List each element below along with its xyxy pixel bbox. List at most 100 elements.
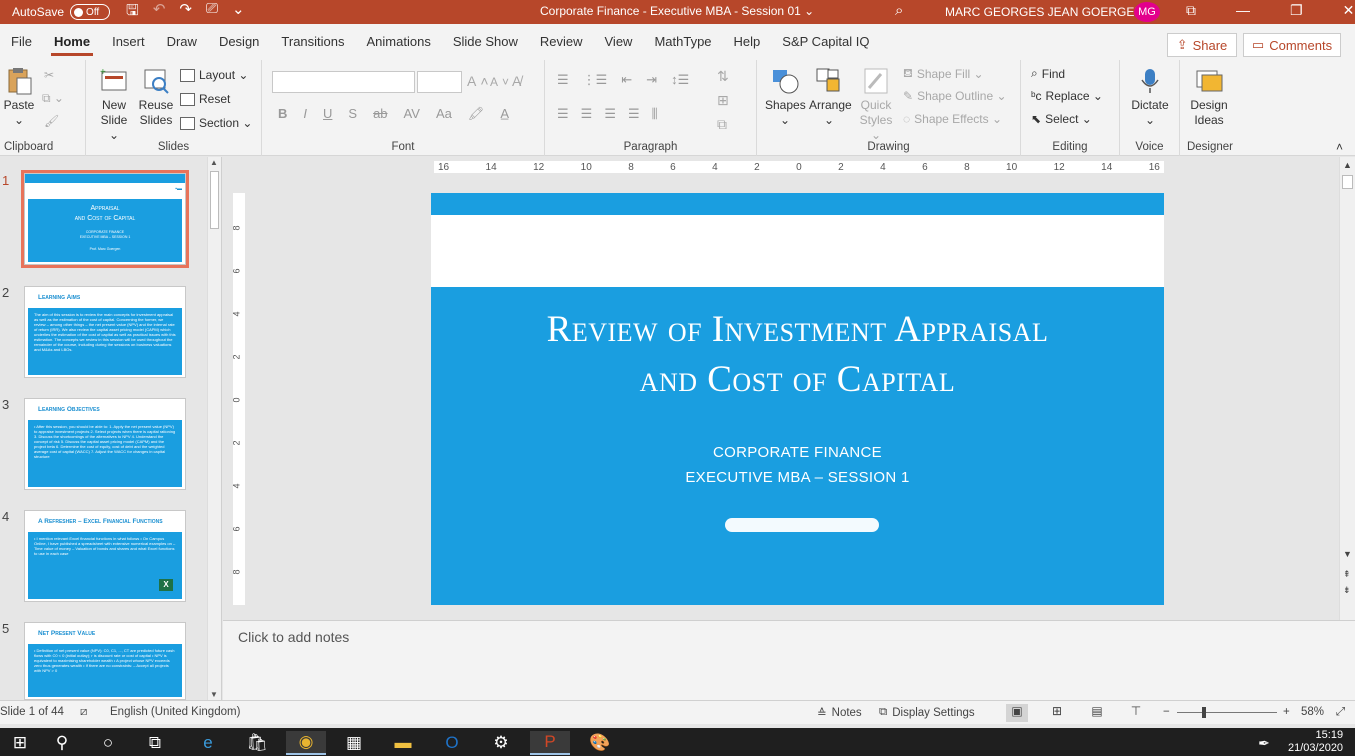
powerpoint-icon[interactable]: P: [530, 731, 570, 755]
new-slide-button[interactable]: + New Slide ⌄: [94, 66, 134, 143]
find-button[interactable]: ⌕ Find: [1031, 66, 1065, 81]
layout-button[interactable]: Layout ⌄: [180, 68, 248, 82]
decrease-indent-icon[interactable]: ⇤: [621, 72, 632, 88]
text-direction-icon[interactable]: ⇅: [717, 68, 729, 85]
thumbnail-scrollbar[interactable]: ▲ ▼: [207, 157, 221, 700]
display-settings-button[interactable]: ⧉ Display Settings: [879, 706, 975, 719]
shape-outline-button[interactable]: ✎ Shape Outline ⌄: [903, 89, 1007, 103]
tab-slide-show[interactable]: Slide Show: [442, 24, 529, 60]
ribbon-display-icon[interactable]: ⧉: [1186, 2, 1196, 19]
align-center-icon[interactable]: ☰: [581, 106, 593, 122]
shadow-button[interactable]: S: [348, 106, 357, 122]
collapse-ribbon-icon[interactable]: ˄: [1336, 140, 1343, 154]
increase-indent-icon[interactable]: ⇥: [646, 72, 657, 88]
columns-icon[interactable]: ⫼: [652, 106, 658, 122]
font-size-select[interactable]: [417, 71, 462, 93]
numbering-icon[interactable]: ⋮☰: [583, 72, 608, 88]
reset-button[interactable]: Reset: [180, 92, 230, 106]
slide-sorter-button[interactable]: ⊞: [1046, 704, 1068, 722]
line-spacing-icon[interactable]: ↕☰: [671, 72, 689, 88]
chrome-icon[interactable]: ◉: [286, 731, 326, 755]
restore-icon[interactable]: ❐: [1290, 2, 1303, 19]
avatar[interactable]: MG: [1134, 2, 1160, 22]
calculator-icon[interactable]: ▦: [334, 731, 374, 755]
user-name[interactable]: MARC GEORGES JEAN GOERGEN .: [945, 5, 1150, 19]
slide-thumbnail-1[interactable]: ▪▬ Appraisal and Cost of Capital CORPORAT…: [21, 170, 189, 268]
tab-design[interactable]: Design: [208, 24, 270, 60]
tab-insert[interactable]: Insert: [101, 24, 156, 60]
tab-mathtype[interactable]: MathType: [643, 24, 722, 60]
italic-button[interactable]: I: [303, 106, 307, 122]
file-explorer-icon[interactable]: ▬: [383, 731, 423, 755]
scroll-up-icon[interactable]: ▲: [210, 158, 218, 167]
tab-draw[interactable]: Draw: [156, 24, 208, 60]
smartart-icon[interactable]: ⧉: [717, 116, 727, 133]
bullets-icon[interactable]: ☰: [557, 72, 569, 88]
clear-formatting-icon[interactable]: A̸: [512, 73, 521, 89]
arrange-button[interactable]: Arrange ⌄: [809, 66, 852, 128]
font-color-icon[interactable]: A̲: [500, 106, 509, 122]
next-slide-icon[interactable]: ⇟: [1343, 585, 1351, 596]
slide-scrollbar[interactable]: ▲ ▼ ⇞ ⇟: [1339, 157, 1355, 620]
system-clock[interactable]: 15:19 21/03/2020: [1288, 729, 1343, 755]
zoom-slider[interactable]: [1177, 712, 1277, 713]
search-icon[interactable]: ⌕: [895, 2, 903, 19]
notes-pane[interactable]: Click to add notes: [223, 620, 1355, 700]
notes-toggle[interactable]: ≙ Notes: [817, 706, 862, 720]
zoom-out-button[interactable]: −: [1163, 706, 1170, 718]
store-icon[interactable]: 🛍: [237, 731, 277, 755]
task-view-icon[interactable]: ⧉: [135, 731, 175, 755]
comments-button[interactable]: ▭ Comments: [1243, 33, 1341, 57]
format-painter-icon[interactable]: 🖌: [44, 114, 59, 128]
share-button[interactable]: ⇪ Share: [1167, 33, 1237, 57]
highlight-icon[interactable]: 🖍: [468, 106, 485, 122]
align-right-icon[interactable]: ☰: [604, 106, 616, 122]
align-text-icon[interactable]: ⊞: [717, 92, 729, 109]
zoom-level[interactable]: 58%: [1301, 706, 1324, 718]
replace-button[interactable]: ᵇc Replace ⌄: [1031, 89, 1103, 103]
slide-thumbnail-3[interactable]: Learning Objectives • After this session…: [24, 398, 186, 490]
save-icon[interactable]: 🖫: [126, 0, 139, 25]
section-button[interactable]: Section ⌄: [180, 116, 252, 130]
shape-fill-button[interactable]: ⛾ Shape Fill ⌄: [903, 66, 984, 82]
present-icon[interactable]: ⎚: [206, 0, 218, 25]
pen-icon[interactable]: ✒: [1252, 731, 1276, 755]
font-family-select[interactable]: [272, 71, 415, 93]
customize-qat-icon[interactable]: ⌄: [232, 0, 245, 25]
scroll-down-icon[interactable]: ▼: [1343, 549, 1352, 559]
char-spacing-button[interactable]: AV: [404, 106, 420, 122]
shape-effects-button[interactable]: ◌ Shape Effects ⌄: [903, 112, 1002, 126]
slideshow-button[interactable]: ⊤: [1125, 704, 1147, 722]
change-case-button[interactable]: Aa: [436, 106, 452, 122]
outlook-icon[interactable]: O: [432, 731, 472, 755]
scroll-up-icon[interactable]: ▲: [1343, 160, 1352, 170]
fit-slide-icon[interactable]: ⤢: [1336, 706, 1345, 719]
redo-icon[interactable]: ↷: [179, 0, 192, 25]
dictate-button[interactable]: Dictate ⌄: [1128, 66, 1172, 128]
tab-file[interactable]: File: [0, 24, 43, 60]
shapes-button[interactable]: Shapes ⌄: [765, 66, 806, 128]
slide-thumbnail-2[interactable]: Learning Aims The aim of this session is…: [24, 286, 186, 378]
select-button[interactable]: ⬉ Select ⌄: [1031, 112, 1092, 126]
bold-button[interactable]: B: [278, 106, 287, 122]
quick-styles-button[interactable]: Quick Styles ⌄: [855, 66, 897, 143]
minimize-icon[interactable]: —: [1236, 2, 1250, 19]
tab-sp-capital-iq[interactable]: S&P Capital IQ: [771, 24, 880, 60]
justify-icon[interactable]: ☰: [628, 106, 640, 122]
design-ideas-button[interactable]: Design Ideas: [1186, 66, 1232, 128]
cortana-icon[interactable]: ○: [88, 731, 128, 755]
close-icon[interactable]: ✕: [1343, 2, 1355, 19]
reuse-slides-button[interactable]: Reuse Slides: [138, 66, 174, 128]
strikethrough-button[interactable]: ab: [373, 106, 387, 122]
notes-placeholder[interactable]: Click to add notes: [238, 629, 349, 645]
paste-button[interactable]: Paste ⌄: [3, 66, 35, 128]
tab-help[interactable]: Help: [723, 24, 772, 60]
edge-icon[interactable]: e: [188, 731, 228, 755]
scroll-thumb[interactable]: [210, 171, 219, 229]
undo-icon[interactable]: ↶: [153, 0, 166, 25]
slide-canvas[interactable]: Review of Investment Appraisal and Cost …: [431, 193, 1164, 605]
cut-icon[interactable]: ✂: [44, 68, 54, 82]
previous-slide-icon[interactable]: ⇞: [1343, 569, 1351, 580]
align-left-icon[interactable]: ☰: [557, 106, 569, 122]
slide-subtitle[interactable]: CORPORATE FINANCE EXECUTIVE MBA – SESSIO…: [431, 440, 1164, 490]
